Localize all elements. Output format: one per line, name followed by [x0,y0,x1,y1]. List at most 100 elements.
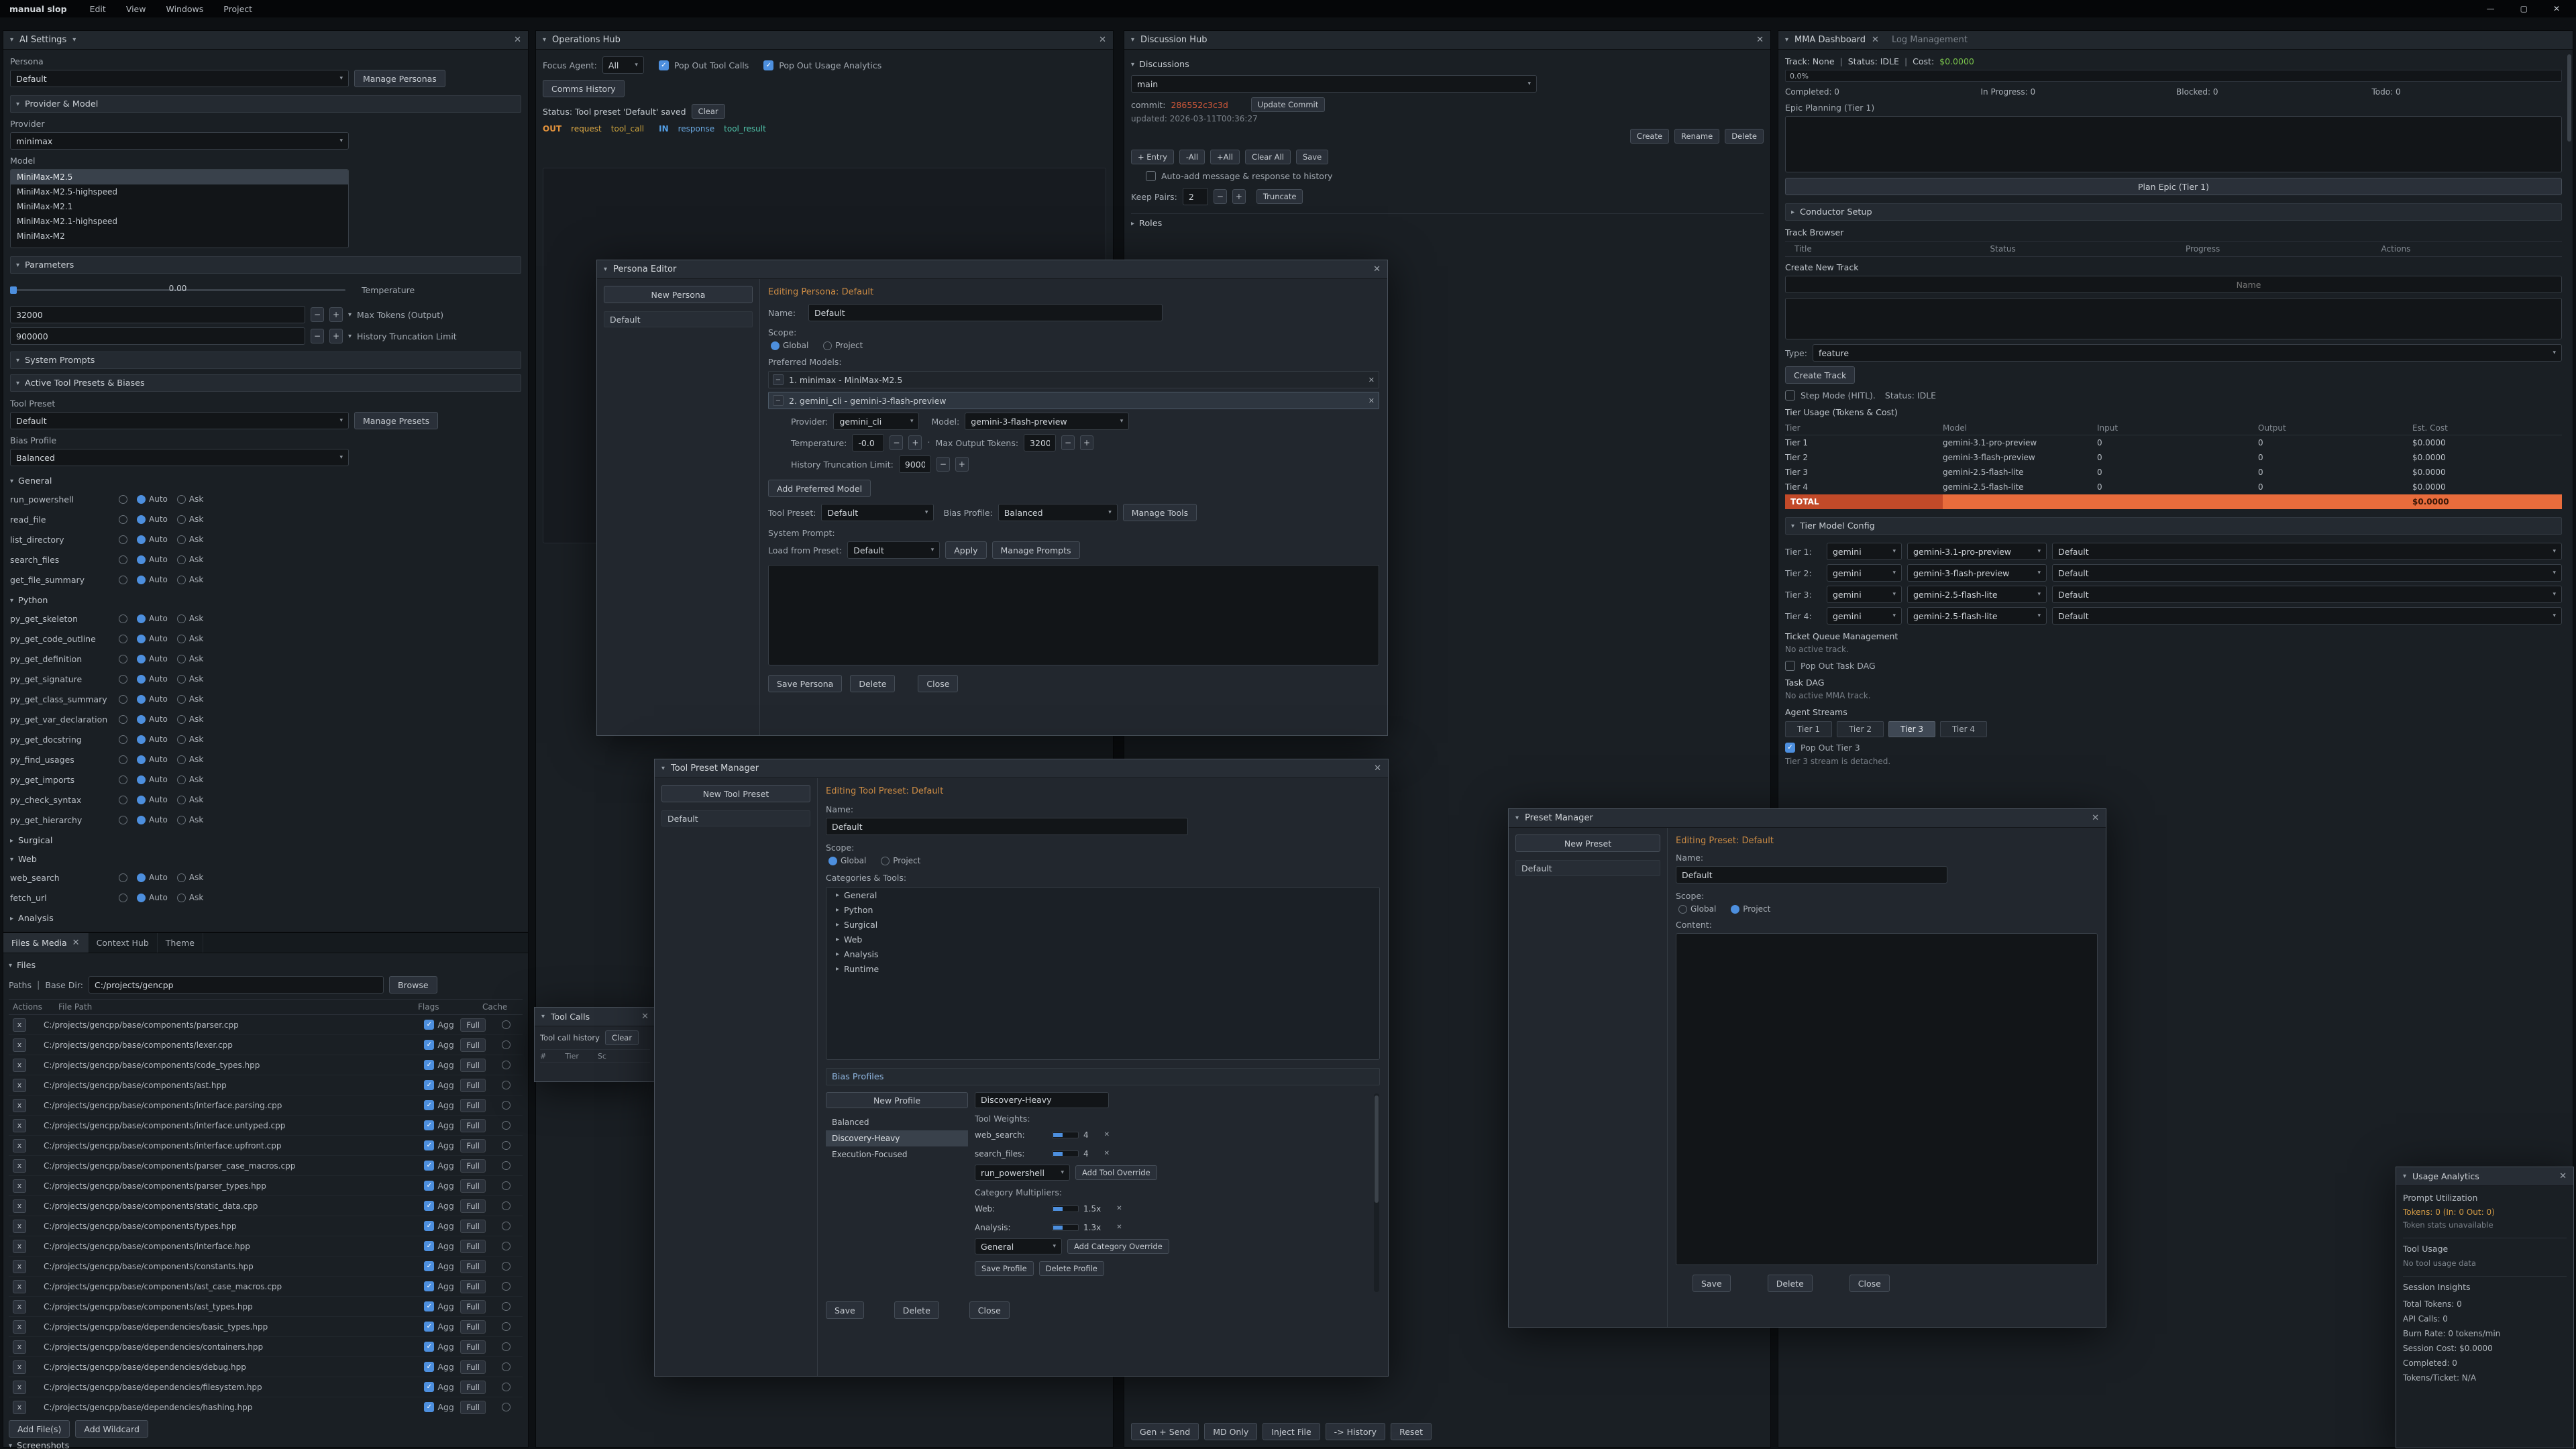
remove-file-button[interactable]: x [13,1240,26,1253]
bias-profile-item[interactable]: Execution-Focused [826,1146,968,1163]
close-icon[interactable]: ✕ [2553,4,2560,13]
tool-auto-option[interactable]: Auto [137,755,168,764]
full-flag-button[interactable]: Full [460,1220,486,1233]
pe-max-out-input[interactable] [1024,434,1056,451]
save-profile-button[interactable]: Save Profile [975,1261,1034,1276]
browse-button[interactable]: Browse [389,976,437,994]
tier-preset-select[interactable]: Default [2052,607,2562,625]
new-profile-button[interactable]: New Profile [826,1092,968,1108]
scope-global-option[interactable]: Global [828,856,866,865]
composer-button[interactable]: Gen + Send [1131,1423,1199,1440]
tool-toggle-radio[interactable] [119,655,127,663]
remove-model-icon[interactable]: ✕ [1368,376,1375,384]
increment-button[interactable]: + [955,457,969,472]
tool-toggle-radio[interactable] [119,614,127,623]
cache-indicator-icon[interactable] [502,1020,511,1029]
persona-editor-titlebar[interactable]: ▾ Persona Editor ✕ [597,260,1387,279]
agg-checkbox[interactable] [424,1362,434,1372]
category-tree-item[interactable]: ▸ Analysis [826,947,1379,961]
remove-multiplier-icon[interactable]: ✕ [1116,1224,1122,1231]
cache-indicator-icon[interactable] [502,1081,511,1089]
tier-provider-select[interactable]: gemini [1827,607,1902,625]
reorder-handle-icon[interactable]: − [773,395,784,406]
tier-preset-select[interactable]: Default [2052,543,2562,560]
tab-files-media[interactable]: Files & Media ✕ [3,933,89,953]
tool-ask-option[interactable]: Ask [177,873,203,882]
cache-indicator-icon[interactable] [502,1121,511,1130]
cache-indicator-icon[interactable] [502,1181,511,1190]
tool-ask-option[interactable]: Ask [177,654,203,663]
tool-ask-option[interactable]: Ask [177,494,203,504]
stream-tab[interactable]: Tier 4 [1940,721,1987,737]
roles-section[interactable]: ▸ Roles [1131,213,1764,229]
add-preferred-model-button[interactable]: Add Preferred Model [768,480,871,497]
remove-file-button[interactable]: x [13,1139,26,1152]
cache-indicator-icon[interactable] [502,1040,511,1049]
tab-theme[interactable]: Theme [158,933,203,953]
tab-mma-dashboard[interactable]: MMA Dashboard [1794,35,1866,45]
agg-checkbox[interactable] [424,1120,434,1130]
model-list-item[interactable]: MiniMax-M2.1 [11,199,348,214]
create-track-button[interactable]: Create Track [1785,366,1855,384]
base-dir-input[interactable] [89,976,384,994]
tool-auto-option[interactable]: Auto [137,674,168,684]
cache-indicator-icon[interactable] [502,1342,511,1351]
menu-item[interactable]: Project [223,4,252,14]
composer-button[interactable]: Reset [1391,1423,1432,1440]
cache-indicator-icon[interactable] [502,1362,511,1371]
pop-out-dag-checkbox[interactable] [1785,661,1795,671]
increment-button[interactable]: + [329,307,343,322]
tool-group-analysis[interactable]: ▸ Analysis [10,910,521,926]
scope-project-option[interactable]: Project [881,856,920,865]
truncate-button[interactable]: Truncate [1256,189,1303,204]
delete-profile-button[interactable]: Delete Profile [1039,1261,1104,1276]
tier-preset-select[interactable]: Default [2052,586,2562,603]
scrollbar-thumb[interactable] [1375,1095,1379,1203]
remove-file-button[interactable]: x [13,1320,26,1334]
agg-checkbox[interactable] [424,1100,434,1110]
system-prompts-section[interactable]: ▾ System Prompts [10,352,521,369]
bias-editor-scrollbar[interactable] [1374,1093,1379,1292]
cache-indicator-icon[interactable] [502,1141,511,1150]
discussion-hub-header[interactable]: ▾ Discussion Hub ✕ [1124,31,1770,50]
agg-checkbox[interactable] [424,1241,434,1251]
tool-auto-option[interactable]: Auto [137,634,168,643]
cache-indicator-icon[interactable] [502,1101,511,1110]
full-flag-button[interactable]: Full [460,1038,486,1052]
scope-global-option[interactable]: Global [771,341,808,350]
full-flag-button[interactable]: Full [460,1381,486,1394]
decrement-button[interactable]: − [890,435,903,450]
agg-checkbox[interactable] [424,1060,434,1070]
caret-down-icon[interactable]: ▾ [10,36,13,44]
cache-indicator-icon[interactable] [502,1403,511,1411]
tool-preset-select[interactable]: Default [10,412,349,429]
create-discussion-button[interactable]: Create [1630,129,1669,144]
delete-tool-preset-button[interactable]: Delete [894,1301,939,1319]
close-icon[interactable]: ✕ [72,938,80,947]
full-flag-button[interactable]: Full [460,1079,486,1092]
remove-file-button[interactable]: x [13,1199,26,1213]
entry-action-button[interactable]: -All [1179,150,1205,164]
full-flag-button[interactable]: Full [460,1401,486,1414]
tool-toggle-radio[interactable] [119,555,127,564]
profile-name-input[interactable] [975,1092,1109,1108]
remove-file-button[interactable]: x [13,1038,26,1052]
tier-model-select[interactable]: gemini-3-flash-preview [1907,564,2047,582]
multiplier-slider[interactable] [1052,1205,1079,1212]
close-icon[interactable]: ✕ [514,36,521,44]
tool-toggle-radio[interactable] [119,873,127,882]
remove-file-button[interactable]: x [13,1018,26,1032]
cache-indicator-icon[interactable] [502,1061,511,1069]
rename-discussion-button[interactable]: Rename [1674,129,1719,144]
tool-ask-option[interactable]: Ask [177,815,203,824]
load-preset-select[interactable]: Default [847,541,940,559]
agg-checkbox[interactable] [424,1040,434,1050]
conductor-setup-section[interactable]: ▸ Conductor Setup [1785,203,2562,221]
agg-checkbox[interactable] [424,1402,434,1412]
remove-model-icon[interactable]: ✕ [1368,397,1375,405]
stream-tab[interactable]: Tier 1 [1785,721,1832,737]
agg-checkbox[interactable] [424,1080,434,1090]
remove-file-button[interactable]: x [13,1179,26,1193]
cache-indicator-icon[interactable] [502,1222,511,1230]
increment-button[interactable]: + [908,435,922,450]
